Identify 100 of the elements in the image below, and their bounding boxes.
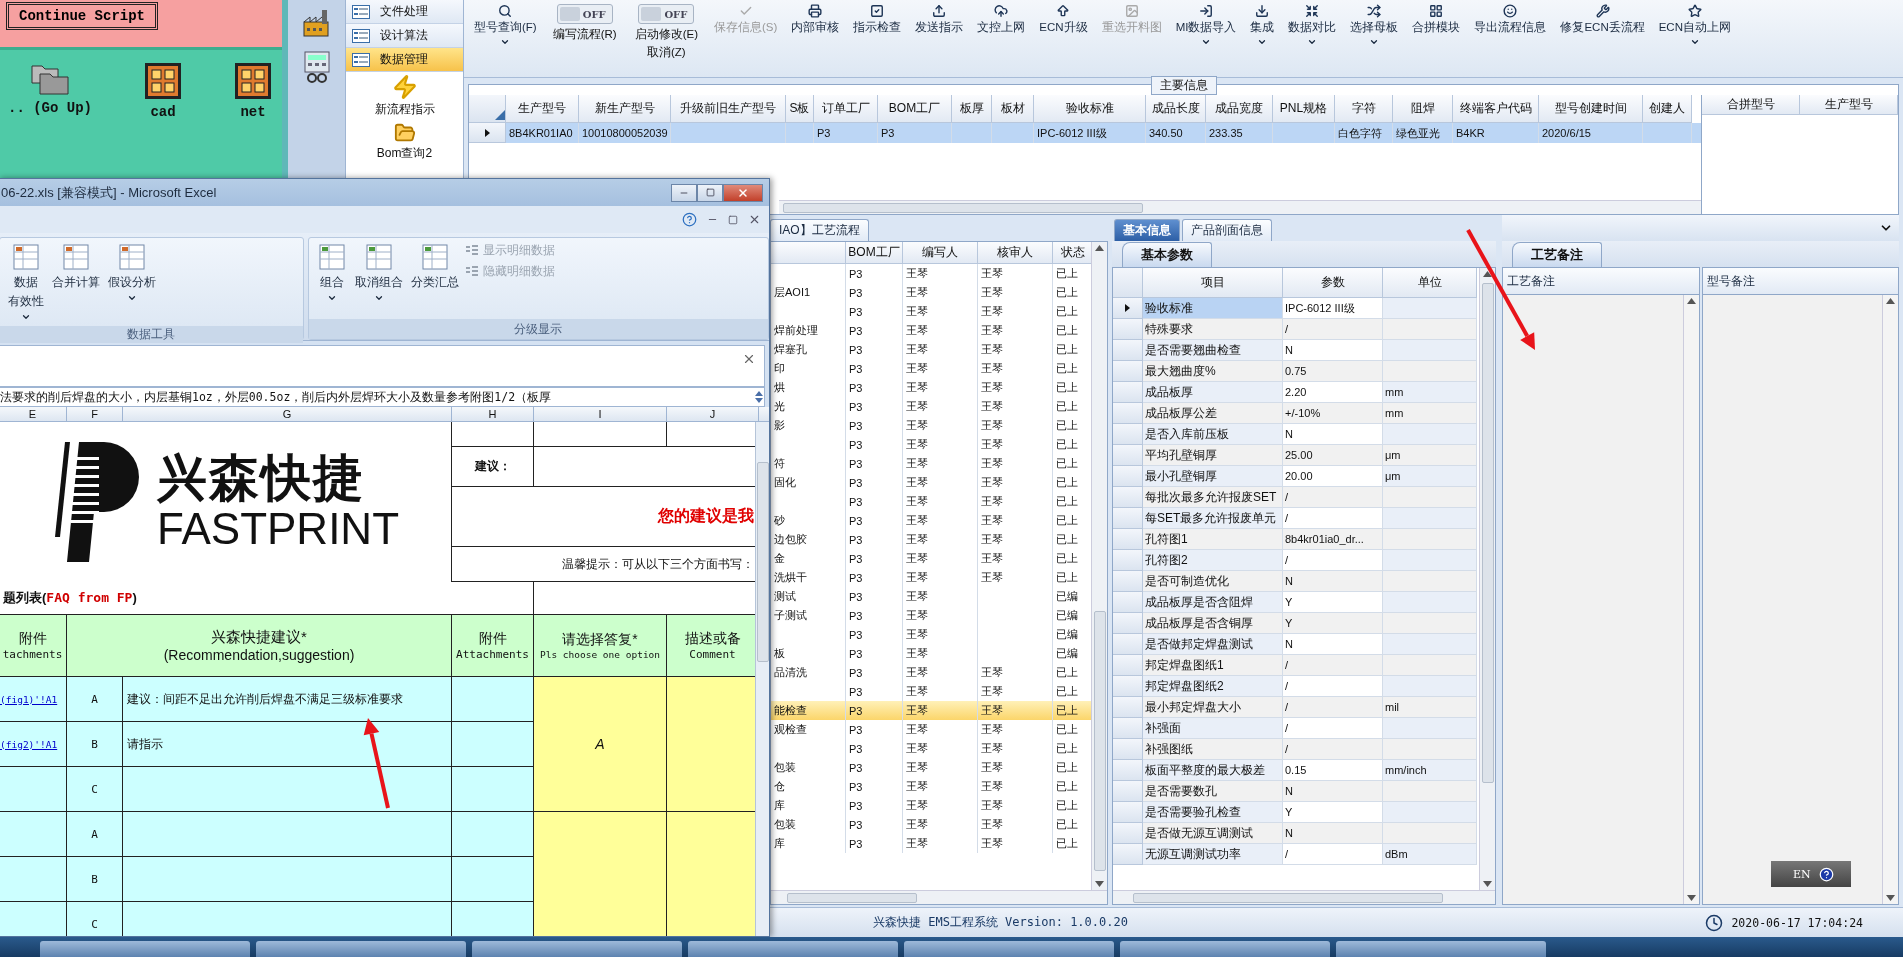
scroll-down-icon[interactable] (1483, 881, 1492, 887)
link[interactable]: (fig2)'!A1 (0, 738, 58, 750)
column-header[interactable]: 终端客户代码 (1453, 95, 1539, 123)
taskbar-button[interactable] (1120, 941, 1330, 957)
ribbon-button[interactable]: 取消组合 (352, 240, 405, 317)
file-label[interactable]: net (240, 104, 266, 120)
table-row[interactable]: 成品板厚 2.20 mm (1113, 382, 1479, 403)
vertical-scrollbar[interactable] (1091, 242, 1107, 890)
scroll-up-icon[interactable] (1095, 245, 1104, 251)
table-row[interactable]: 是否做邦定焊盘测试 N (1113, 634, 1479, 655)
scroll-up-icon[interactable] (1483, 271, 1492, 277)
link[interactable]: (fig1)'!A1 (0, 693, 58, 705)
toolbar-button[interactable]: 发送指示 (909, 2, 970, 37)
column-header[interactable]: 状态 (1053, 242, 1091, 264)
table-row[interactable]: 最小孔壁铜厚 20.00 μm (1113, 466, 1479, 487)
horizontal-scrollbar[interactable] (779, 200, 1701, 214)
ribbon-button[interactable]: 合并计算 (50, 240, 102, 324)
nav-item[interactable]: 数据管理 (346, 48, 463, 72)
table-row[interactable]: 是否入库前压板 N (1113, 424, 1479, 445)
restore-button[interactable] (728, 214, 738, 225)
column-header[interactable]: H (452, 407, 534, 421)
column-header[interactable]: I (534, 407, 667, 421)
column-header[interactable]: 订单工厂 (814, 95, 878, 123)
column-header[interactable]: 验收标准 (1034, 95, 1146, 123)
maximize-button[interactable] (697, 183, 723, 202)
table-row[interactable]: 验收标准 IPC-6012 III级 (1113, 298, 1479, 319)
taskbar-button[interactable] (472, 941, 682, 957)
help-button[interactable] (682, 212, 697, 227)
tab[interactable]: 产品剖面信息 (1182, 219, 1272, 241)
table-row[interactable]: 无源互调测试功率 / dBm (1113, 844, 1479, 865)
column-header[interactable]: 生产型号 (1800, 95, 1898, 115)
column-header[interactable]: 合拼型号 (1702, 95, 1800, 115)
column-header[interactable]: PNL规格 (1273, 95, 1335, 123)
scroll-down-icon[interactable] (1686, 895, 1696, 901)
ribbon-button[interactable]: 组合 (314, 240, 349, 317)
calculator-icon[interactable] (301, 50, 332, 84)
column-header[interactable]: 生产型号 (506, 95, 579, 123)
file-label[interactable]: .. (Go Up) (8, 100, 92, 116)
table-row[interactable]: 最小邦定焊盘大小 / mil (1113, 697, 1479, 718)
table-row[interactable]: 每批次最多允许报废SET / (1113, 487, 1479, 508)
column-header[interactable]: G (123, 407, 452, 421)
toolbar-button[interactable]: 内部审核 (785, 2, 846, 37)
ribbon-button[interactable]: 数据 有效性 (6, 240, 46, 324)
taskbar-button[interactable] (40, 941, 250, 957)
column-header[interactable]: 板材 (992, 95, 1034, 123)
column-header[interactable] (771, 242, 846, 264)
taskbar-button[interactable] (256, 941, 466, 957)
column-header[interactable]: 编写人 (903, 242, 978, 264)
taskbar-button[interactable] (688, 941, 898, 957)
taskbar-button[interactable] (1336, 941, 1546, 957)
scroll-down-icon[interactable] (1886, 895, 1895, 901)
table-row[interactable]: 补强面 / (1113, 718, 1479, 739)
column-header[interactable]: S板 (786, 95, 814, 123)
column-header[interactable]: 字符 (1335, 95, 1393, 123)
scroll-up-icon[interactable] (1886, 298, 1895, 304)
ribbon-button[interactable]: 假设分析 (106, 240, 158, 324)
horizontal-scrollbar[interactable] (771, 890, 1107, 904)
column-header[interactable]: 单位 (1383, 268, 1477, 298)
scroll-arrows-icon[interactable] (754, 390, 764, 404)
column-header[interactable]: 型号创建时间 (1539, 95, 1643, 123)
vertical-scrollbar[interactable] (1682, 295, 1699, 904)
table-row[interactable]: 邦定焊盘图纸2 / (1113, 676, 1479, 697)
table-row[interactable]: 特殊要求 / (1113, 319, 1479, 340)
table-row[interactable]: 每SET最多允许报废单元 / (1113, 508, 1479, 529)
table-row[interactable]: 8B4KR01IA0 10010800052039 P3 P3 IPC-6012 III级 340.50 233.35 白色字符 绿色亚光 B4KR 2020/6/15 (469, 123, 1701, 143)
close-button[interactable] (748, 213, 761, 226)
column-header[interactable]: F (67, 407, 123, 421)
toolbar-button[interactable]: 导出流程信息 (1468, 2, 1553, 37)
toggle-switch[interactable]: OFF (556, 4, 613, 24)
formula-bar[interactable]: 法要求的削后焊盘的大小，内层基铜1oz，外层00.5oz，削后内外层焊环大小及数量参考附图1/2（板厚 (0, 387, 765, 407)
vertical-scrollbar[interactable] (1882, 295, 1898, 904)
close-icon[interactable] (742, 352, 756, 366)
column-header[interactable]: 核审人 (978, 242, 1053, 264)
table-row[interactable]: 是否需要数孔 N (1113, 781, 1479, 802)
toolbar-button[interactable]: MI数据导入 (1169, 2, 1243, 49)
toolbar-button[interactable]: 集成 (1244, 2, 1281, 49)
table-row[interactable]: 邦定焊盘图纸1 / (1113, 655, 1479, 676)
table-row[interactable]: 成品板厚是否含阻焊 Y (1113, 592, 1479, 613)
table-row[interactable]: 板面平整度的最大极差 0.15 mm/inch (1113, 760, 1479, 781)
vertical-scrollbar[interactable] (755, 422, 769, 936)
table-row[interactable]: 是否做无源互调测试 N (1113, 823, 1479, 844)
toggle-switch[interactable]: OFF (638, 4, 695, 24)
file-label[interactable]: cad (150, 104, 176, 120)
table-row[interactable]: 孔符图1 8b4kr01ia0_dr... (1113, 529, 1479, 550)
column-header[interactable]: 升级前旧生产型号 (671, 95, 786, 123)
vertical-scrollbar[interactable] (1479, 268, 1495, 890)
table-row[interactable]: 是否需要翘曲检查 N (1113, 340, 1479, 361)
table-row[interactable]: 成品板厚是否含铜厚 Y (1113, 613, 1479, 634)
tab[interactable]: 基本信息 (1114, 219, 1180, 241)
column-header[interactable]: 阻焊 (1393, 95, 1453, 123)
close-button[interactable] (723, 183, 763, 202)
nav-item[interactable]: 新流程指示 (346, 72, 463, 120)
horizontal-scrollbar[interactable] (1113, 890, 1495, 904)
table-row[interactable]: 是否需要验孔检查 Y (1113, 802, 1479, 823)
toolbar-button[interactable]: 型号查询(F) (468, 2, 543, 49)
column-header[interactable]: 参数 (1283, 268, 1383, 298)
scroll-down-icon[interactable] (1095, 881, 1104, 887)
help-icon[interactable] (1818, 866, 1834, 882)
continue-script-button[interactable]: Continue Script (6, 2, 159, 30)
toolbar-button[interactable]: 数据对比 (1282, 2, 1343, 49)
